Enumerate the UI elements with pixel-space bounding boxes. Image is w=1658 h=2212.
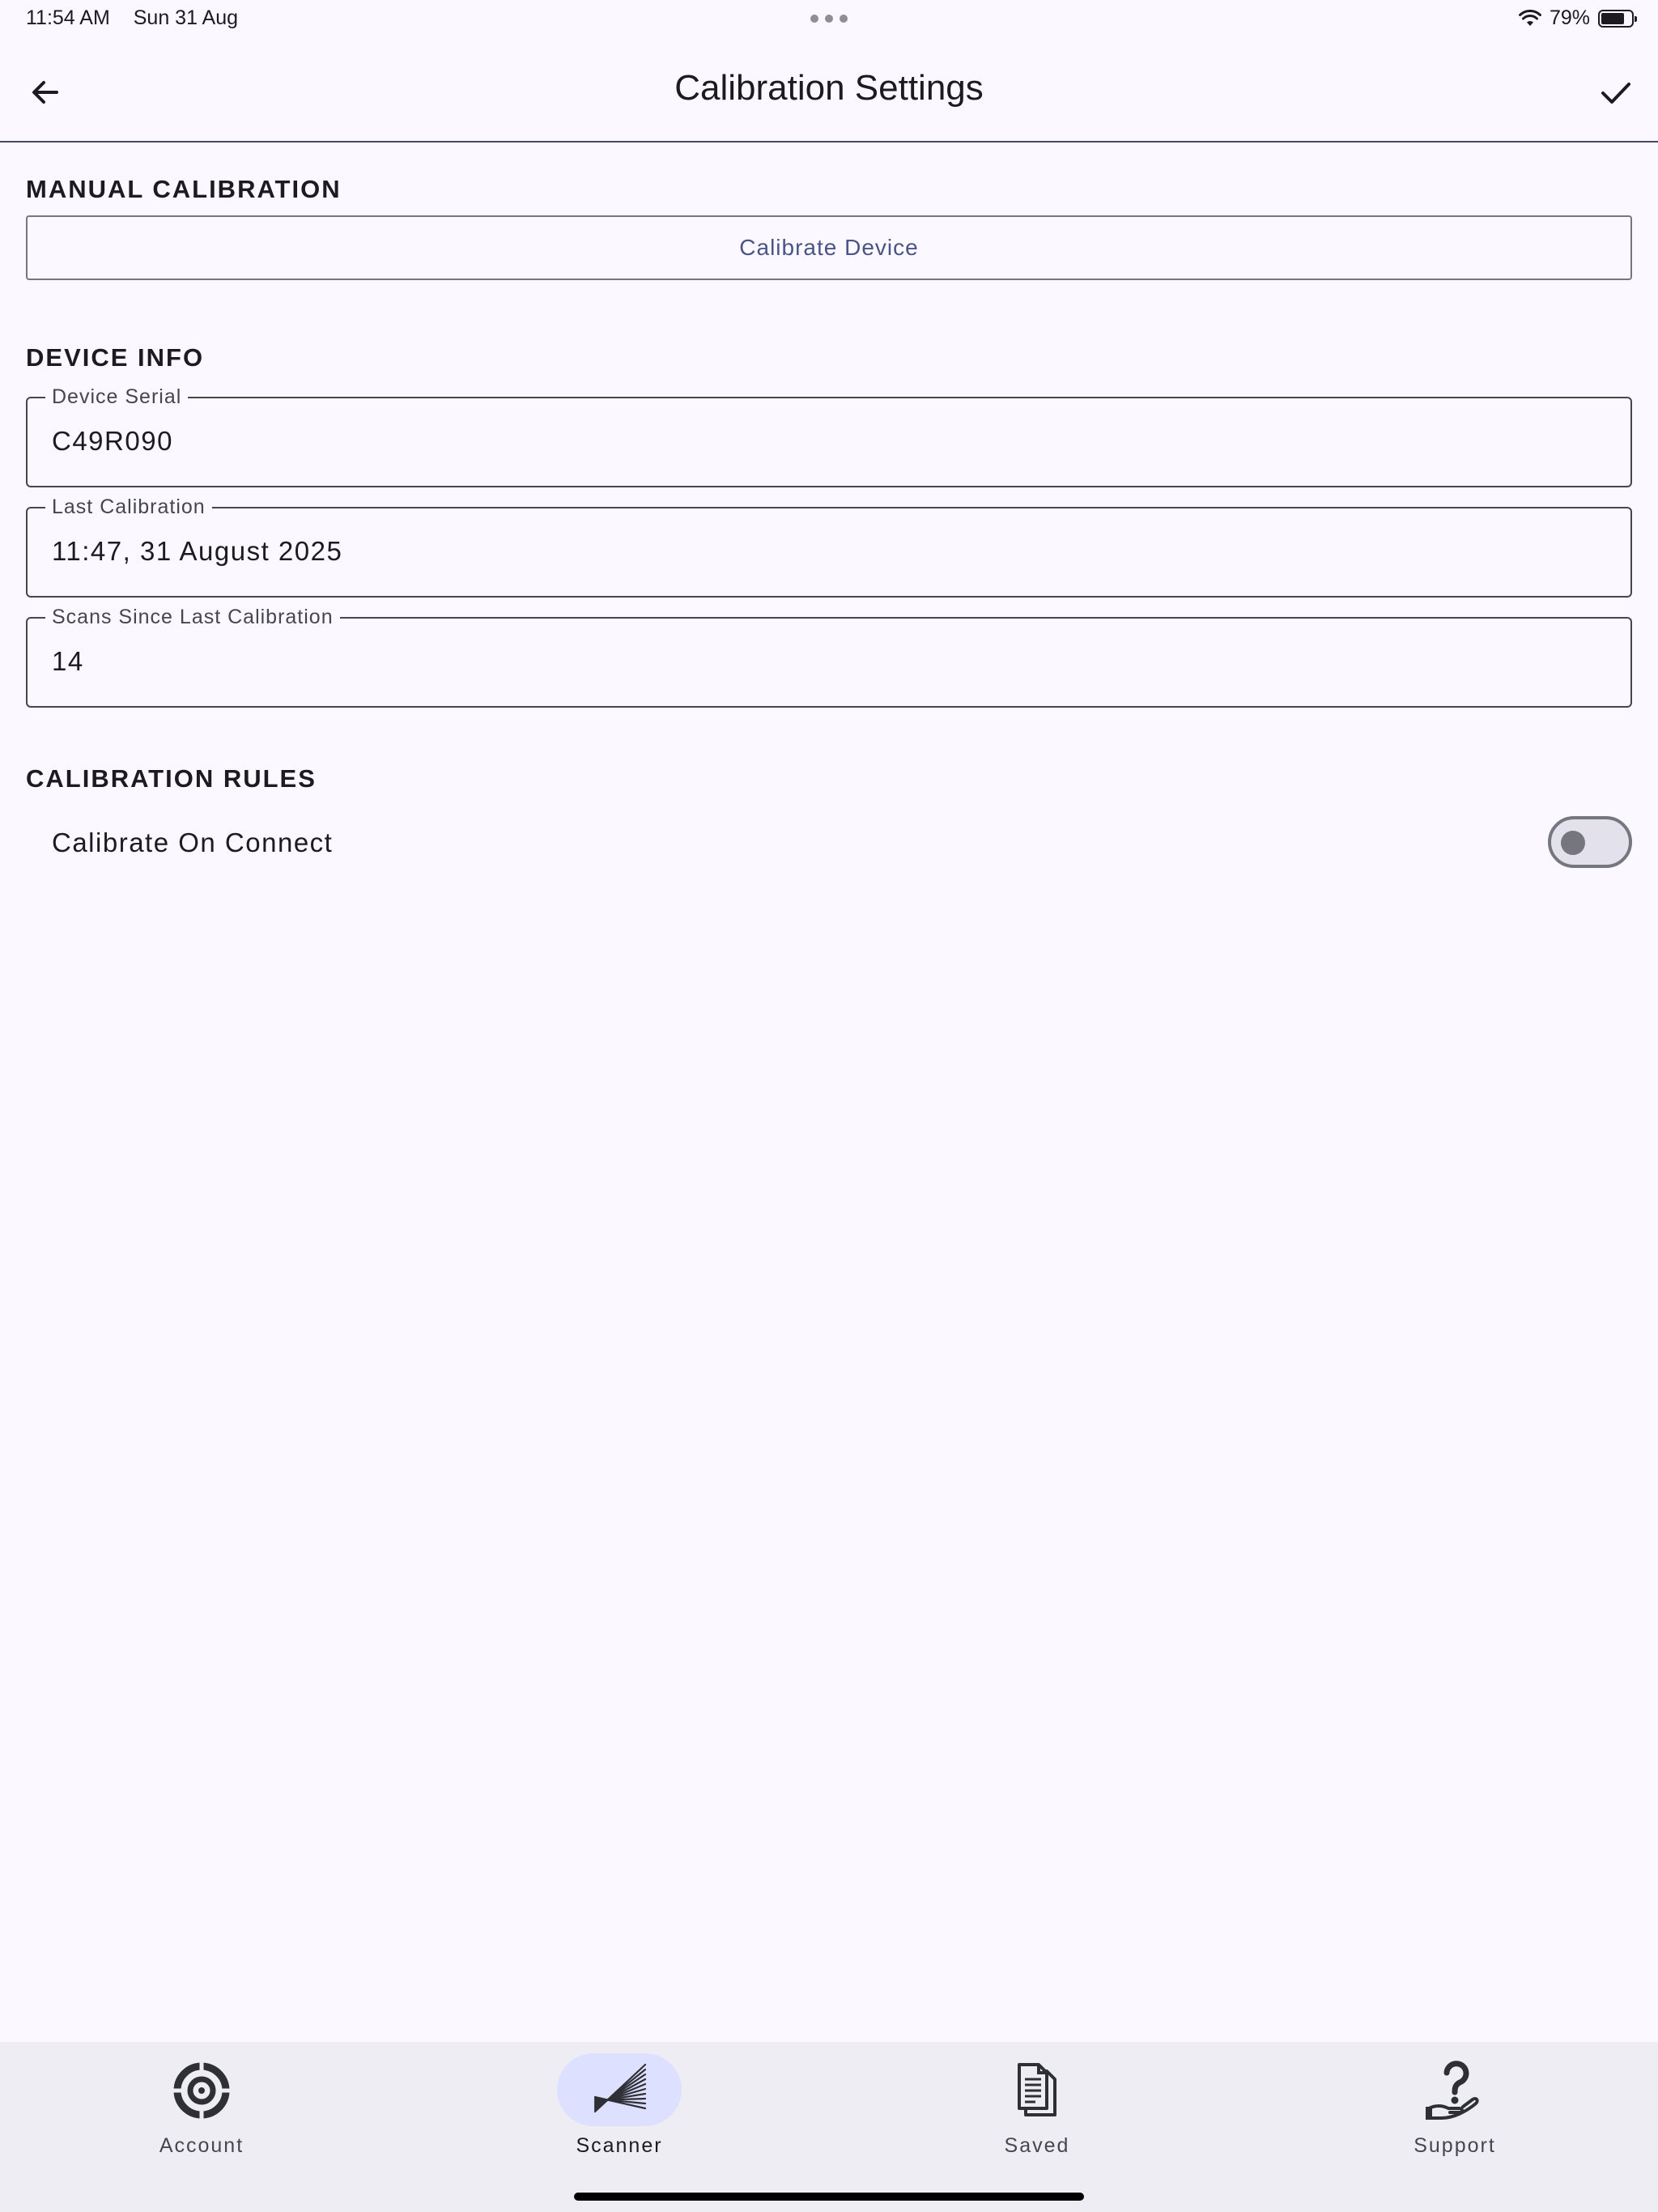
field-label: Scans Since Last Calibration xyxy=(45,606,340,629)
document-icon xyxy=(1018,2063,1056,2116)
app-bar: Calibration Settings xyxy=(0,39,1658,143)
nav-item-account[interactable]: Account xyxy=(80,2042,323,2163)
nav-label: Support xyxy=(1414,2134,1496,2157)
nav-item-scanner[interactable]: Scanner xyxy=(498,2042,741,2163)
device-serial-field[interactable]: Device Serial C49R090 xyxy=(26,385,1632,487)
scans-since-last-calibration-field[interactable]: Scans Since Last Calibration 14 xyxy=(26,606,1632,708)
status-date: Sun 31 Aug xyxy=(133,6,239,29)
nav-label: Saved xyxy=(1004,2134,1070,2157)
status-time: 11:54 AM xyxy=(26,6,110,29)
nav-item-saved[interactable]: Saved xyxy=(916,2042,1158,2163)
target-icon xyxy=(172,2061,231,2120)
status-clock: 11:54 AM Sun 31 Aug xyxy=(26,6,238,30)
field-label: Device Serial xyxy=(45,385,189,409)
nav-item-support[interactable]: Support xyxy=(1333,2042,1576,2163)
home-indicator xyxy=(574,2193,1084,2201)
help-hand-icon xyxy=(1426,2061,1479,2120)
checkmark-icon[interactable] xyxy=(1596,73,1635,112)
status-bar: 11:54 AM Sun 31 Aug 79% xyxy=(0,0,1658,39)
field-value: C49R090 xyxy=(52,426,173,456)
rule-label: Calibrate On Connect xyxy=(52,827,334,857)
field-value: 11:47, 31 August 2025 xyxy=(52,536,343,566)
battery-icon xyxy=(1598,9,1637,28)
multitasking-dots-icon[interactable] xyxy=(810,15,848,23)
battery-percent: 79% xyxy=(1549,6,1590,29)
nav-label: Account xyxy=(159,2134,244,2157)
calibrate-device-button[interactable]: Calibrate Device xyxy=(26,215,1632,280)
section-title-device-info: DEVICE INFO xyxy=(26,343,205,372)
nav-label: Scanner xyxy=(576,2134,663,2157)
wifi-icon xyxy=(1518,9,1541,26)
toggle-thumb xyxy=(1561,831,1585,855)
field-value: 14 xyxy=(52,646,84,676)
calibrate-on-connect-toggle[interactable] xyxy=(1548,816,1632,868)
page-title: Calibration Settings xyxy=(674,68,984,108)
calibrate-on-connect-row[interactable]: Calibrate On Connect xyxy=(26,811,1632,876)
scanner-icon xyxy=(593,2063,647,2113)
bottom-navigation: Account Scanner Saved Support xyxy=(0,2042,1658,2212)
section-title-manual-calibration: MANUAL CALIBRATION xyxy=(26,175,342,203)
field-label: Last Calibration xyxy=(45,496,212,519)
last-calibration-field[interactable]: Last Calibration 11:47, 31 August 2025 xyxy=(26,496,1632,598)
section-title-calibration-rules: CALIBRATION RULES xyxy=(26,764,317,793)
status-indicators: 79% xyxy=(1518,6,1637,30)
